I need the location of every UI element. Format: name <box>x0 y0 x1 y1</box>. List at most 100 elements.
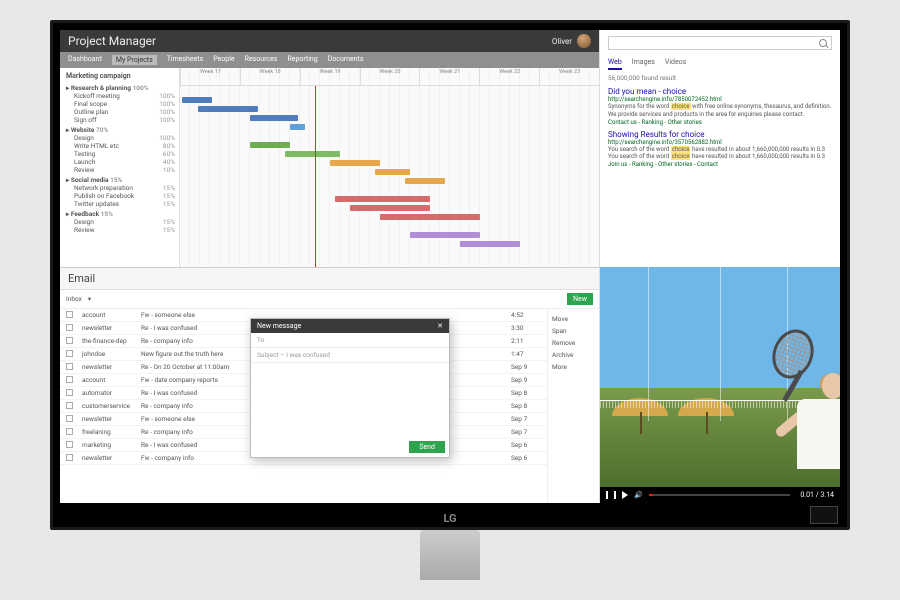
task-group[interactable]: ▸ Research & planning 100% <box>66 84 175 92</box>
task-row[interactable]: Publish on Facebook15% <box>66 192 175 200</box>
checkbox[interactable] <box>66 454 73 461</box>
checkbox[interactable] <box>66 389 73 396</box>
email-window: Email Inbox▾ New accountFw - someone els… <box>60 267 600 504</box>
task-row[interactable]: Design100% <box>66 134 175 142</box>
week-header: Week 20 <box>360 68 420 85</box>
search-tab-videos[interactable]: Videos <box>665 58 686 70</box>
checkbox[interactable] <box>66 324 73 331</box>
task-row[interactable]: Sign off100% <box>66 116 175 124</box>
email-time: Sep 7 <box>511 415 541 423</box>
tab-documents[interactable]: Documents <box>328 55 364 65</box>
result-url[interactable]: http://searchengine.info/3570562882.html <box>608 139 832 146</box>
checkbox[interactable] <box>66 415 73 422</box>
email-time: Sep 9 <box>511 376 541 384</box>
gantt-chart[interactable]: Week 17Week 18Week 19Week 20Week 21Week … <box>180 68 599 267</box>
action-spam[interactable]: Span <box>552 325 595 337</box>
checkbox[interactable] <box>66 441 73 448</box>
task-group[interactable]: ▸ Social media 15% <box>66 176 175 184</box>
progress-bar[interactable] <box>649 494 791 496</box>
email-time: Sep 6 <box>511 441 541 449</box>
result-snippet: Synonyms for the word choice with free o… <box>608 103 832 111</box>
folder-selector[interactable]: Inbox <box>66 295 82 303</box>
tennis-racket-icon <box>766 324 821 385</box>
compose-body[interactable] <box>251 363 449 437</box>
task-row[interactable]: Review15% <box>66 226 175 234</box>
gantt-bar[interactable] <box>250 142 290 148</box>
email-from: johndoe <box>82 350 137 358</box>
task-row[interactable]: Design15% <box>66 218 175 226</box>
email-time: Sep 7 <box>511 428 541 436</box>
action-archive[interactable]: Archive <box>552 349 595 361</box>
search-tab-images[interactable]: Images <box>632 58 655 70</box>
next-icon[interactable] <box>622 491 628 499</box>
tab-reporting[interactable]: Reporting <box>287 55 317 65</box>
gantt-bar[interactable] <box>410 232 480 238</box>
week-header: Week 21 <box>419 68 479 85</box>
action-more[interactable]: More <box>552 361 595 373</box>
tab-resources[interactable]: Resources <box>245 55 278 65</box>
gantt-bar[interactable] <box>350 205 430 211</box>
close-icon[interactable]: ✕ <box>437 322 443 330</box>
checkbox[interactable] <box>66 311 73 318</box>
gantt-bar[interactable] <box>335 196 430 202</box>
tab-dashboard[interactable]: Dashboard <box>68 55 102 65</box>
task-row[interactable]: Network preparation15% <box>66 184 175 192</box>
task-row[interactable]: Outline plan100% <box>66 108 175 116</box>
task-row[interactable]: Review10% <box>66 166 175 174</box>
tab-timesheets[interactable]: Timesheets <box>167 55 204 65</box>
gantt-bar[interactable] <box>375 169 410 175</box>
email-time: 1:47 <box>511 350 541 358</box>
task-row[interactable]: Testing60% <box>66 150 175 158</box>
compose-subject-field[interactable]: Subject – I was confused <box>251 348 449 363</box>
avatar[interactable] <box>577 34 591 48</box>
gantt-bar[interactable] <box>405 178 445 184</box>
result-sublinks[interactable]: Join us - Ranking - Other stories - Cont… <box>608 161 832 168</box>
gantt-bar[interactable] <box>380 214 480 220</box>
search-window: Web Images Videos 56,000,000 found resul… <box>600 30 840 267</box>
did-you-mean[interactable]: Did you mean - choice <box>608 87 832 96</box>
task-row[interactable]: Kickoff meeting100% <box>66 92 175 100</box>
email-time: Sep 8 <box>511 402 541 410</box>
search-tab-web[interactable]: Web <box>608 58 622 70</box>
checkbox[interactable] <box>66 337 73 344</box>
compose-dialog: New message ✕ To Subject – I was confuse… <box>250 318 450 458</box>
task-row[interactable]: Write HTML etc80% <box>66 142 175 150</box>
gantt-bar[interactable] <box>290 124 305 130</box>
action-remove[interactable]: Remove <box>552 337 595 349</box>
project-manager-window: Project Manager Oliver Dashboard My Proj… <box>60 30 600 267</box>
email-from: account <box>82 376 137 384</box>
volume-icon[interactable]: 🔊 <box>634 491 643 499</box>
checkbox[interactable] <box>66 350 73 357</box>
checkbox[interactable] <box>66 376 73 383</box>
email-from: automator <box>82 389 137 397</box>
gantt-bar[interactable] <box>250 115 298 121</box>
tab-my-projects[interactable]: My Projects <box>112 55 157 65</box>
send-button[interactable]: Send <box>409 441 445 453</box>
search-input[interactable] <box>608 36 832 50</box>
task-row[interactable]: Twitter updates15% <box>66 200 175 208</box>
task-row[interactable]: Launch40% <box>66 158 175 166</box>
gantt-bar[interactable] <box>198 106 258 112</box>
gantt-bar[interactable] <box>330 160 380 166</box>
gantt-bar[interactable] <box>285 151 340 157</box>
new-email-button[interactable]: New <box>567 293 593 305</box>
pause-icon[interactable] <box>606 491 608 499</box>
checkbox[interactable] <box>66 428 73 435</box>
result-url[interactable]: http://searchengine.info/7850072452.html <box>608 96 832 103</box>
checkbox[interactable] <box>66 363 73 370</box>
gantt-bar[interactable] <box>460 241 520 247</box>
tab-people[interactable]: People <box>213 55 234 65</box>
compose-to-field[interactable]: To <box>251 333 449 348</box>
task-row[interactable]: Final scope100% <box>66 100 175 108</box>
result-sublinks[interactable]: Contact us - Ranking - Other stories <box>608 119 832 126</box>
week-header: Week 23 <box>539 68 599 85</box>
checkbox[interactable] <box>66 402 73 409</box>
task-group[interactable]: ▸ Feedback 15% <box>66 210 175 218</box>
video-player[interactable]: 🔊 0.01 / 3.14 <box>600 267 840 504</box>
task-group[interactable]: ▸ Website 70% <box>66 126 175 134</box>
email-from: newsletter <box>82 363 137 371</box>
action-move[interactable]: Move <box>552 313 595 325</box>
gantt-bar[interactable] <box>182 97 212 103</box>
week-header: Week 17 <box>180 68 240 85</box>
email-from: marketing <box>82 441 137 449</box>
